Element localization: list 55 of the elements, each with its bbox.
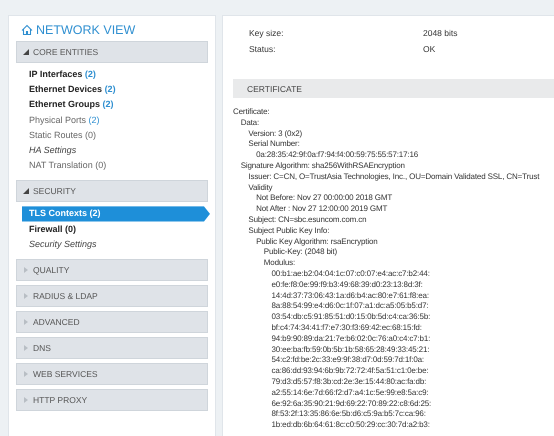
certificate-line: Serial Number: xyxy=(247,139,301,150)
certificate-line: 0a:28:35:42:9f:0a:f7:94:f4:00:59:75:55:57:17:16 xyxy=(255,150,420,161)
nav-item[interactable]: NAT Translation (0) xyxy=(16,158,106,174)
certificate-line: Subject: CN=sbc.esuncom.com.cn xyxy=(247,214,368,226)
certificate-line: 8a:88:54:99:e4:d6:0c:1f:07:a1:dc:a5:05:b5:d7: xyxy=(270,301,430,312)
nav-item[interactable]: Ethernet Groups (2) xyxy=(16,97,114,113)
certificate-line: Certificate: xyxy=(233,107,270,118)
certificate-line: bf:c4:74:34:41:f7:e7:30:f3:69:42:ec:68:15:fd: xyxy=(270,322,423,334)
certificate-line: 00:b1:ae:b2:04:04:1c:07:c0:07:e4:ac:c7:b2:44: xyxy=(270,268,431,280)
certificate-line: 94:b9:90:89:da:21:7e:b6:02:0c:76:a0:c4:c7:b1: xyxy=(270,334,432,345)
certificate-line: Not After : Nov 27 12:00:00 2019 GMT xyxy=(255,204,388,215)
certificate-line: 79:d3:d5:57:f8:3b:cd:2e:3e:15:44:80:ac:fa:db: xyxy=(270,376,428,388)
field-value: 2048 bits xyxy=(423,28,458,38)
certificate-line: Issuer: C=CN, O=TrustAsia Technologies, Inc., OU=Domain Validated SSL, CN=Trust xyxy=(247,172,540,183)
section-header[interactable]: CORE ENTITIES xyxy=(16,41,208,63)
nav-item[interactable]: IP Interfaces (2) xyxy=(16,67,96,82)
nav-item[interactable]: Security Settings xyxy=(16,236,97,252)
certificate-line: Public Key Algorithm: rsaEncryption xyxy=(255,236,379,248)
certificate-line: Data: xyxy=(240,118,260,129)
certificate-line: Signature Algorithm: sha256WithRSAEncryption xyxy=(240,160,406,172)
section-header[interactable]: QUALITY xyxy=(16,258,208,281)
home-icon xyxy=(21,24,33,36)
panel-title: NETWORK VIEW xyxy=(36,23,136,37)
field-label: Key size: xyxy=(249,28,284,38)
certificate-line: Not Before: Nov 27 00:00:00 2018 GMT xyxy=(255,193,394,204)
section-header[interactable]: RADIUS & LDAP xyxy=(16,284,208,307)
nav-item[interactable]: Static Routes (0) xyxy=(16,128,96,143)
certificate-line: 14:4d:37:73:06:43:1a:d6:b4:ac:80:e7:61:f8:ea: xyxy=(270,290,430,302)
nav-item[interactable]: HA Settings xyxy=(16,142,76,158)
section-header[interactable]: HTTP PROXY xyxy=(16,388,208,411)
certificate-line: 30:ee:ba:fb:59:0b:5b:1b:58:65:28:49:33:45:21: xyxy=(270,344,430,356)
section-header: CERTIFICATE xyxy=(233,79,554,98)
certificate-line: a2:55:14:6e:7d:66:f2:d7:a4:1c:5e:99:e8:5a:c9: xyxy=(270,388,430,399)
certificate-line: e0:fe:f8:0e:99:f9:b3:49:68:39:d0:23:13:8d:3f: xyxy=(270,280,424,291)
certificate-line: Subject Public Key Info: xyxy=(247,226,330,237)
nav-item[interactable]: TLS Contexts (2) xyxy=(22,206,210,222)
certificate-line: Public-Key: (2048 bit) xyxy=(262,247,338,258)
field-label: Status: xyxy=(249,44,276,54)
certificate-line: Modulus: xyxy=(262,258,296,269)
field-value: OK xyxy=(423,44,436,54)
nav-item[interactable]: Ethernet Devices (2) xyxy=(16,82,116,98)
certificate-line: 6e:92:6a:35:90:21:9d:69:22:70:89:22:c8:6d:25: xyxy=(270,398,432,410)
section-header[interactable]: WEB SERVICES xyxy=(16,362,208,385)
certificate-line: 8f:53:2f:13:35:86:6e:5b:d6:c5:9a:b5:7c:ca:96: xyxy=(270,409,427,420)
section-header[interactable]: ADVANCED xyxy=(16,310,208,333)
nav-item[interactable]: Firewall (0) xyxy=(16,222,76,237)
section-header[interactable]: DNS xyxy=(16,336,208,359)
nav-item[interactable]: Physical Ports (2) xyxy=(16,112,100,128)
certificate-line: 03:54:db:c5:91:85:51:d0:15:0b:5d:c4:ca:36:5b: xyxy=(270,312,432,323)
certificate-line: ca:86:dd:93:94:6b:9b:72:72:4f:5a:51:c1:0e:be: xyxy=(270,366,430,377)
certificate-line: Validity xyxy=(247,182,274,194)
certificate-line: 1b:ed:db:6b:64:61:8c:c0:50:29:cc:30:7d:a2:b3: xyxy=(270,420,431,431)
certificate-line: Version: 3 (0x2) xyxy=(247,128,304,140)
section-header[interactable]: SECURITY xyxy=(16,180,208,202)
certificate-line: 54:c2:fd:be:2c:33:e9:9f:38:d7:0d:59:7d:1f:0a: xyxy=(270,355,425,366)
